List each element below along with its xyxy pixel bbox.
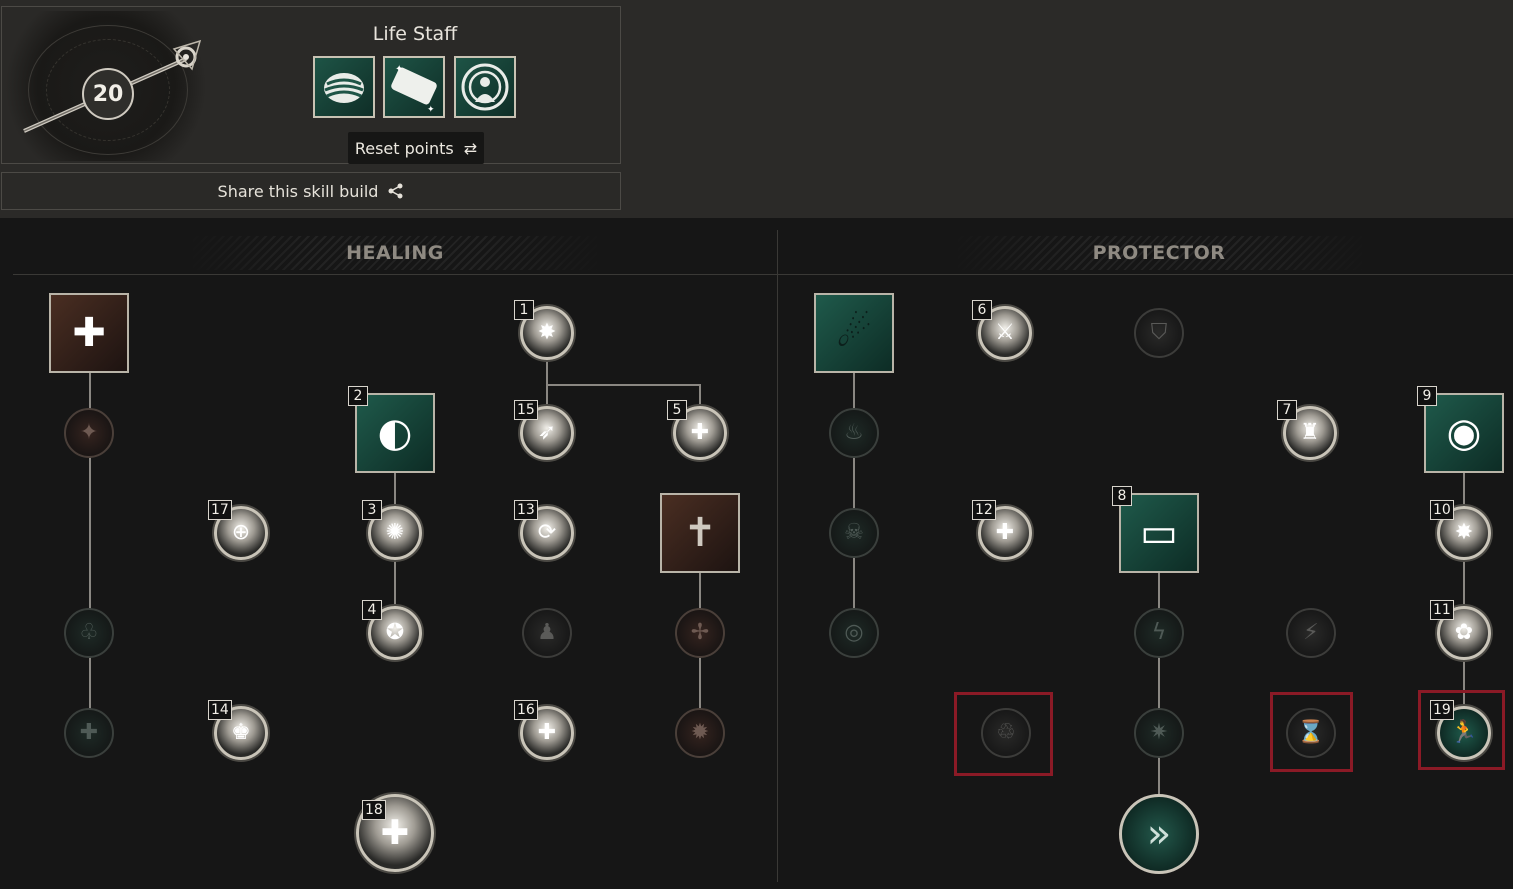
scroll-band-icon: ▭ (1140, 510, 1178, 556)
reset-points-button[interactable]: Reset points ⇄ (348, 132, 484, 164)
skill-node-cross-cluster[interactable]: ♧ (64, 608, 114, 658)
tree-divider (777, 230, 778, 882)
svg-text:✦: ✦ (395, 64, 403, 75)
reset-points-label: Reset points (354, 138, 454, 158)
skill-node-plus[interactable]: ✚ (64, 708, 114, 758)
skill-node-ring[interactable]: ◎ (829, 608, 879, 658)
healing-title-rule (13, 274, 777, 275)
light-burst-icon: ✸ (537, 320, 557, 345)
order-badge: 14 (208, 700, 232, 720)
sun-burst-icon: ✸ (1454, 520, 1474, 545)
orb-wave-icon: ◐ (377, 410, 413, 456)
order-badge: 13 (514, 500, 538, 520)
equipped-skill-1[interactable] (313, 56, 375, 118)
protector-title-rule (778, 274, 1513, 275)
splash-icon: ✺ (385, 520, 405, 545)
skill-node-green-burst[interactable]: ✷ (1134, 708, 1184, 758)
weapon-header: 20 Life Staff ✦ ✦ Reset points ⇄ (1, 6, 621, 164)
weapon-level-badge: 20 (82, 68, 134, 120)
medic-cross-icon: ⊕ (231, 520, 251, 545)
connector (1158, 570, 1160, 800)
green-burst-icon: ✷ (1149, 720, 1169, 745)
strike-icon: ⚔ (995, 320, 1015, 345)
ring-icon: ◎ (844, 620, 864, 645)
order-badge: 11 (1430, 600, 1454, 620)
skill-node-star-burst[interactable]: ✦ (64, 408, 114, 458)
comet-icon: ☄ (836, 310, 872, 356)
shield-icon: ⛉ (1150, 320, 1168, 345)
order-badge: 16 (514, 700, 538, 720)
order-badge: 12 (972, 500, 996, 520)
order-badge: 3 (362, 500, 382, 520)
highlight-box (954, 692, 1053, 776)
highlight-box (1270, 692, 1353, 772)
orb-wave-icon (324, 73, 364, 103)
skill-node-burst[interactable]: ✹ (675, 708, 725, 758)
skill-node-group-cross[interactable]: ✝ (660, 493, 740, 573)
cross-cluster-icon: ♧ (79, 620, 99, 645)
order-badge: 5 (667, 400, 687, 420)
star-burst-icon: ✦ (79, 420, 99, 445)
plus-icon: ✚ (79, 720, 99, 745)
share-build-button[interactable]: Share this skill build (1, 172, 621, 210)
skill-node-plus-plus[interactable]: ✢ (675, 608, 725, 658)
share-icon (388, 183, 403, 199)
weapon-title: Life Staff (372, 23, 458, 45)
skill-node-charge-shield[interactable]: » (1119, 794, 1199, 874)
skill-node-shield[interactable]: ⛉ (1134, 308, 1184, 358)
highlight-box (1418, 690, 1505, 770)
radiant-figure-icon: ◉ (1446, 410, 1482, 456)
group-plus-icon: ♚ (231, 720, 251, 745)
charge-shield-icon: » (1146, 811, 1172, 857)
skill-node-skull[interactable]: ☠ (829, 508, 879, 558)
plus-circle-icon: ✚ (690, 420, 710, 445)
armor-icon: ♜ (1300, 420, 1320, 445)
plus-sparkle-icon: ✚ (995, 520, 1015, 545)
order-badge: 9 (1417, 386, 1437, 406)
skill-node-flame[interactable]: ♨ (829, 408, 879, 458)
order-badge: 15 (514, 400, 538, 420)
scroll-band-icon: ✦ ✦ (391, 64, 437, 115)
order-badge: 2 (348, 386, 368, 406)
lightning-icon: ϟ (1151, 620, 1167, 645)
cycle-icon: ⟳ (537, 520, 557, 545)
order-badge: 10 (1430, 500, 1454, 520)
healing-tree-title: HEALING (346, 242, 444, 264)
skull-icon: ☠ (844, 520, 864, 545)
ultimate-cross-icon: ✚ (380, 813, 410, 853)
equipped-skill-3[interactable] (454, 56, 516, 118)
connector (546, 384, 700, 386)
order-badge: 1 (514, 300, 534, 320)
radiant-figure-icon (461, 63, 509, 111)
group-star-icon: ♟ (537, 620, 557, 645)
order-badge: 7 (1277, 400, 1297, 420)
skill-node-group-star[interactable]: ♟ (522, 608, 572, 658)
svg-text:✦: ✦ (427, 105, 435, 115)
protector-tree-title: PROTECTOR (1092, 242, 1226, 264)
skill-node-dash[interactable]: ⚡ (1286, 608, 1336, 658)
order-badge: 6 (972, 300, 992, 320)
order-badge: 17 (208, 500, 232, 520)
plus-plus-icon: ✢ (690, 620, 710, 645)
skill-node-holy-cross[interactable]: ✚ (49, 293, 129, 373)
skill-node-comet[interactable]: ☄ (814, 293, 894, 373)
order-badge: 18 (362, 800, 386, 820)
flower-cross-icon: ✿ (1454, 620, 1474, 645)
dash-icon: ⚡ (1303, 620, 1319, 645)
plus-split-icon: ✚ (537, 720, 557, 745)
up-burst-icon: ✪ (385, 620, 405, 645)
order-badge: 4 (362, 600, 382, 620)
share-build-label: Share this skill build (217, 181, 379, 201)
skill-node-lightning[interactable]: ϟ (1134, 608, 1184, 658)
holy-cross-icon: ✚ (72, 310, 106, 356)
flame-icon: ♨ (844, 420, 864, 445)
group-cross-icon: ✝ (683, 510, 717, 556)
order-badge: 8 (1112, 486, 1132, 506)
swap-arrows-icon: ⇄ (463, 138, 478, 158)
bolt-arrow-icon: ➶ (537, 420, 557, 445)
burst-icon: ✹ (690, 720, 710, 745)
equipped-skill-2[interactable]: ✦ ✦ (383, 56, 445, 118)
